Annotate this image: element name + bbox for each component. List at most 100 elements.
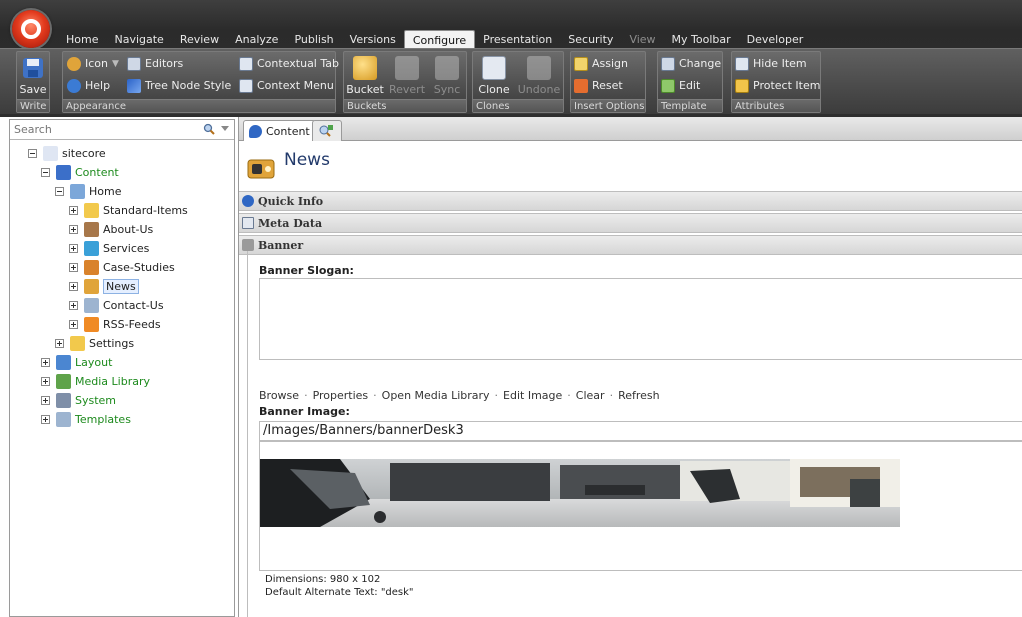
group-attributes: Hide Item Protect Item Attributes [731, 51, 821, 113]
image-tool-open-media-library[interactable]: Open Media Library [382, 389, 490, 402]
ribbon-tab-view[interactable]: View [621, 30, 663, 48]
edit-template-button[interactable]: Edit [661, 77, 700, 95]
banner-image-label: Banner Image: [259, 405, 350, 418]
banner-slogan-input[interactable] [260, 279, 1022, 359]
tree-item-media-library[interactable]: Media Library [41, 372, 150, 390]
tree-item-layout[interactable]: Layout [41, 353, 112, 371]
section-banner[interactable]: Banner [239, 235, 1022, 255]
contextual-tab-button[interactable]: Contextual Tab [239, 55, 339, 73]
editors-button[interactable]: Editors [127, 55, 183, 73]
media-icon [56, 373, 71, 389]
ribbon-tab-versions[interactable]: Versions [342, 30, 404, 48]
ribbon-tab-navigate[interactable]: Navigate [106, 30, 171, 48]
tree-item-label: Settings [89, 336, 135, 350]
tree-item-sitecore[interactable]: sitecore [28, 144, 106, 162]
toolbar-separator: · [567, 389, 571, 402]
sync-icon [435, 56, 459, 80]
search-icon[interactable] [203, 123, 215, 135]
save-button[interactable]: Save [15, 54, 51, 98]
group-appearance: Icon ▼ Editors Help Tree Node Style Cont… [62, 51, 339, 113]
tree-item-news[interactable]: News [69, 277, 139, 295]
person-icon [84, 221, 99, 237]
tree-item-label: RSS-Feeds [103, 317, 161, 331]
ribbon-tab-analyze[interactable]: Analyze [227, 30, 286, 48]
contact-icon [84, 297, 99, 313]
home-icon [70, 183, 85, 199]
tree-node-style-button[interactable]: Tree Node Style [127, 77, 231, 95]
image-tool-edit-image[interactable]: Edit Image [503, 389, 562, 402]
change-button[interactable]: Change [661, 55, 721, 73]
tree-item-label: sitecore [62, 146, 106, 160]
group-label-clones: Clones [473, 99, 563, 112]
tree-item-label: Home [89, 184, 122, 198]
tree-item-label: Contact-Us [103, 298, 164, 312]
expand-icon[interactable] [69, 224, 78, 234]
ribbon-tab-review[interactable]: Review [172, 30, 227, 48]
undone-button[interactable]: Undone [517, 54, 561, 98]
tree-item-content[interactable]: Content [41, 163, 119, 181]
tree-item-case-studies[interactable]: Case-Studies [69, 258, 175, 276]
expand-icon[interactable] [41, 376, 50, 386]
image-tool-browse[interactable]: Browse [259, 389, 299, 402]
image-tool-clear[interactable]: Clear [576, 389, 605, 402]
expand-icon[interactable] [41, 357, 50, 367]
expand-icon[interactable] [69, 300, 78, 310]
tree-item-settings[interactable]: Settings [55, 334, 134, 352]
expand-icon[interactable] [41, 395, 50, 405]
icon-button[interactable]: Icon ▼ [67, 55, 119, 73]
tab-content[interactable]: Content [243, 120, 316, 141]
context-menu-button[interactable]: Context Menu [239, 77, 334, 95]
ribbon-tab-presentation[interactable]: Presentation [475, 30, 560, 48]
collapse-icon[interactable] [41, 167, 50, 177]
group-buckets: Bucket Revert Sync Buckets [343, 51, 467, 113]
ribbon: Home Navigate Review Analyze Publish Versions… [0, 0, 1022, 117]
section-meta-data[interactable]: Meta Data [239, 213, 1022, 233]
banner-image[interactable] [260, 459, 900, 527]
expand-icon[interactable] [69, 262, 78, 272]
collapse-icon[interactable] [28, 148, 37, 158]
expand-icon[interactable] [69, 205, 78, 215]
ribbon-tab-publish[interactable]: Publish [286, 30, 341, 48]
collapse-icon[interactable] [55, 186, 64, 196]
bucket-button[interactable]: Bucket [346, 54, 384, 98]
clone-button[interactable]: Clone [475, 54, 513, 98]
tree-item-standard-items[interactable]: Standard-Items [69, 201, 188, 219]
tree-item-about-us[interactable]: About-Us [69, 220, 153, 238]
expand-icon[interactable] [69, 281, 78, 291]
reset-button[interactable]: Reset [574, 77, 623, 95]
image-tool-refresh[interactable]: Refresh [618, 389, 660, 402]
expand-icon[interactable] [55, 338, 64, 348]
sitecore-logo-icon[interactable] [12, 10, 50, 48]
content-editor: Content News Quick Info Meta Data Banner… [238, 117, 1022, 617]
ribbon-tab-home[interactable]: Home [58, 30, 106, 48]
expand-icon[interactable] [69, 319, 78, 329]
tree-item-system[interactable]: System [41, 391, 116, 409]
ribbon-tab-developer[interactable]: Developer [739, 30, 812, 48]
tree-item-services[interactable]: Services [69, 239, 149, 257]
ribbon-tab-my-toolbar[interactable]: My Toolbar [664, 30, 739, 48]
tree-item-label: Templates [75, 412, 131, 426]
sync-button[interactable]: Sync [428, 54, 466, 98]
tree-item-contact-us[interactable]: Contact-Us [69, 296, 164, 314]
image-tool-properties[interactable]: Properties [313, 389, 369, 402]
banner-image-path[interactable]: /Images/Banners/bannerDesk3 [259, 421, 1022, 441]
ribbon-strip: Save Write Icon ▼ Editors Help Tree Node… [0, 48, 1022, 114]
tree-item-rss-feeds[interactable]: RSS-Feeds [69, 315, 161, 333]
tree-item-home[interactable]: Home [55, 182, 121, 200]
tree-item-templates[interactable]: Templates [41, 410, 131, 428]
section-quick-info[interactable]: Quick Info [239, 191, 1022, 211]
expand-icon[interactable] [41, 414, 50, 424]
tree-item-label: Case-Studies [103, 260, 175, 274]
expand-icon[interactable] [69, 243, 78, 253]
tab-add[interactable] [312, 120, 342, 141]
ribbon-tab-configure[interactable]: Configure [403, 30, 476, 48]
ribbon-tab-security[interactable]: Security [560, 30, 621, 48]
search-options-dropdown-icon[interactable] [221, 126, 229, 131]
revert-button[interactable]: Revert [388, 54, 426, 98]
document-icon [84, 259, 99, 275]
search-input[interactable] [12, 122, 192, 137]
protect-item-button[interactable]: Protect Item [735, 77, 820, 95]
help-button[interactable]: Help [67, 77, 110, 95]
hide-item-button[interactable]: Hide Item [735, 55, 807, 73]
assign-button[interactable]: Assign [574, 55, 628, 73]
